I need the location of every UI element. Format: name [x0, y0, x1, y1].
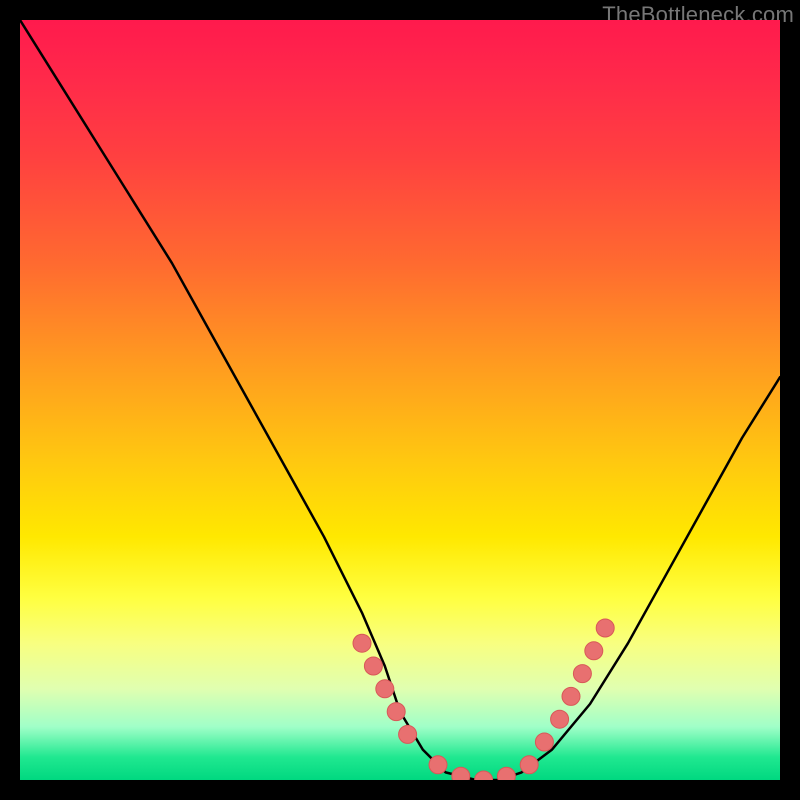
highlight-dot	[429, 756, 447, 774]
highlight-dot	[596, 619, 614, 637]
highlight-dot	[562, 687, 580, 705]
highlight-dots	[353, 619, 614, 780]
highlight-dot	[520, 756, 538, 774]
chart-container: TheBottleneck.com	[0, 0, 800, 800]
highlight-dot	[497, 767, 515, 780]
highlight-dot	[387, 703, 405, 721]
highlight-dot	[475, 771, 493, 780]
highlight-dot	[585, 642, 603, 660]
highlight-dot	[376, 680, 394, 698]
highlight-dot	[399, 725, 417, 743]
highlight-dot	[535, 733, 553, 751]
curve-line	[20, 20, 780, 780]
highlight-dot	[452, 767, 470, 780]
highlight-dot	[551, 710, 569, 728]
highlight-dot	[353, 634, 371, 652]
highlight-dot	[364, 657, 382, 675]
highlight-dot	[573, 665, 591, 683]
chart-svg	[20, 20, 780, 780]
plot-area	[20, 20, 780, 780]
